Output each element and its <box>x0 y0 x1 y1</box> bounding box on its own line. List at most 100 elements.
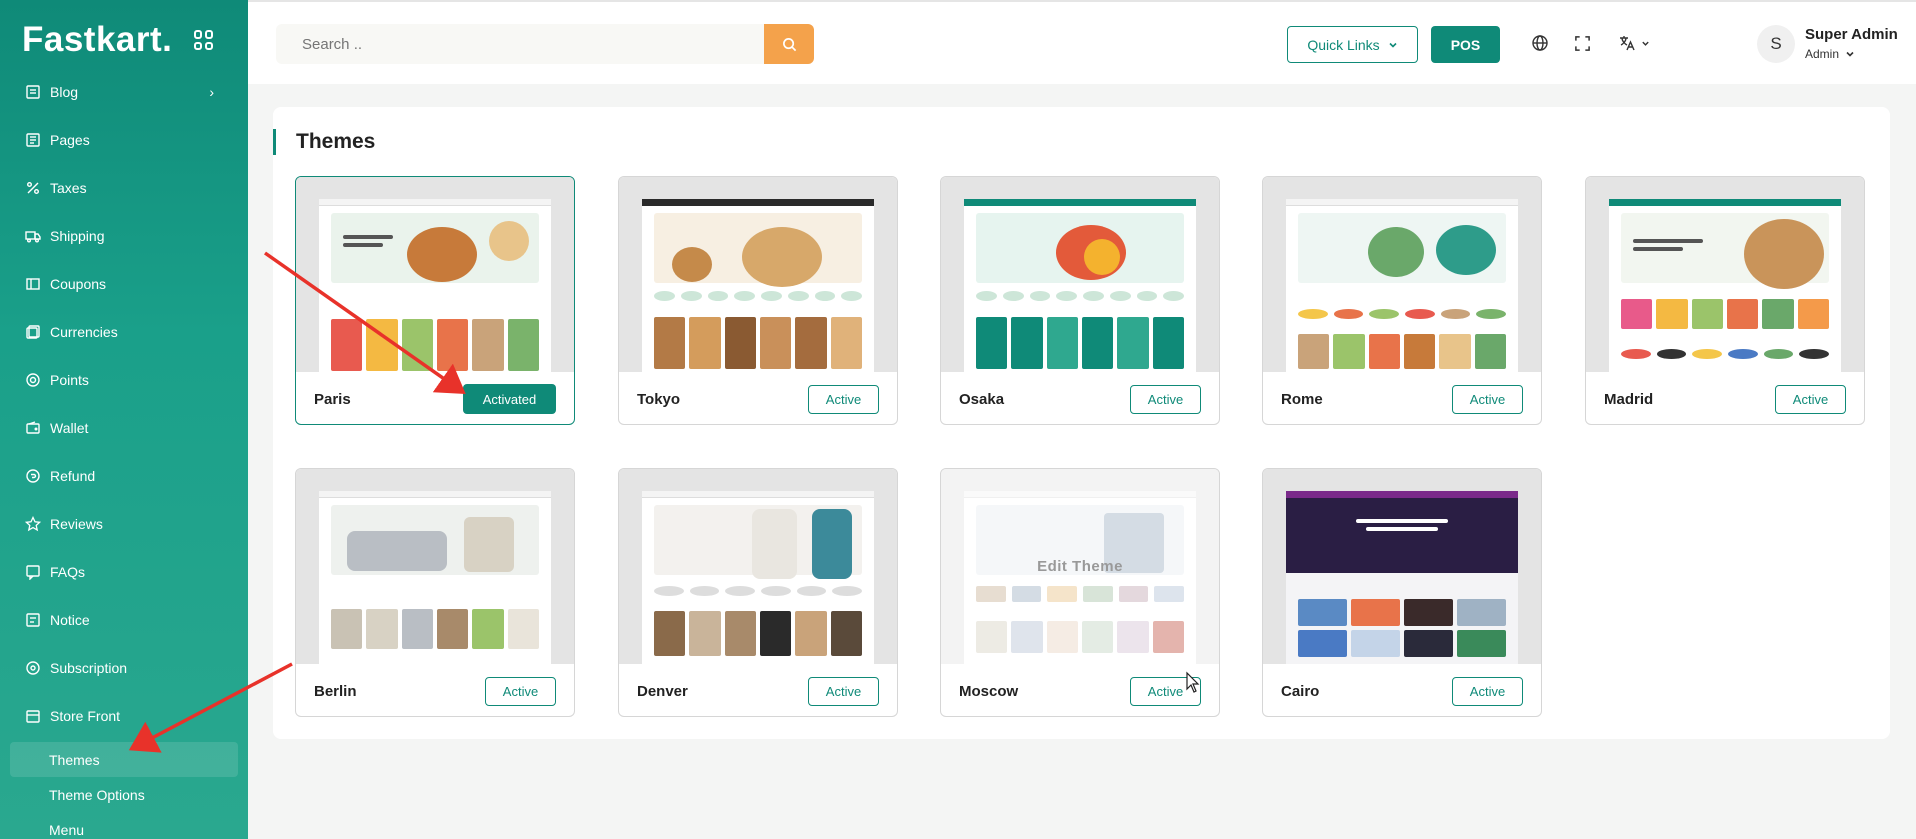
theme-card-cairo[interactable]: Cairo Active <box>1262 468 1542 717</box>
logo[interactable]: Fastkart. <box>22 20 172 60</box>
sidebar-item-label: Points <box>50 372 89 388</box>
blog-icon <box>24 83 42 101</box>
theme-card-berlin[interactable]: Berlin Active <box>295 468 575 717</box>
theme-name: Paris <box>314 390 351 408</box>
sidebar-item-label: Currencies <box>50 324 118 340</box>
coupon-icon <box>24 275 42 293</box>
sidebar-item-label: Blog <box>50 84 79 100</box>
sidebar-item-label: Taxes <box>50 180 87 196</box>
theme-card-denver[interactable]: Denver Active <box>618 468 898 717</box>
theme-card-footer: Madrid Active <box>1586 372 1864 424</box>
fullscreen-icon[interactable] <box>1571 32 1593 54</box>
theme-name: Osaka <box>959 390 1005 408</box>
theme-preview[interactable] <box>941 177 1219 372</box>
active-button[interactable]: Active <box>1130 384 1201 414</box>
sidebar-subitem-menu[interactable]: Menu <box>10 812 238 839</box>
sidebar-item-shipping[interactable]: Shipping <box>0 212 248 260</box>
theme-card-tokyo[interactable]: Tokyo Active <box>618 176 898 425</box>
sidebar-subitem-theme-options[interactable]: Theme Options <box>10 777 238 812</box>
sidebar-item-label: Shipping <box>50 228 105 244</box>
active-button[interactable]: Active <box>1130 676 1201 706</box>
sidebar-item-coupons[interactable]: Coupons <box>0 260 248 308</box>
active-button[interactable]: Active <box>485 676 556 706</box>
points-icon <box>24 371 42 389</box>
percent-icon <box>24 179 42 197</box>
star-icon <box>24 515 42 533</box>
quick-links-button[interactable]: Quick Links <box>1287 26 1418 63</box>
sidebar-subitem-themes[interactable]: Themes <box>10 742 238 777</box>
pages-icon <box>24 131 42 149</box>
sidebar-item-refund[interactable]: Refund <box>0 452 248 500</box>
sidebar-item-faqs[interactable]: FAQs <box>0 548 248 596</box>
theme-card-footer: Paris Activated <box>296 372 574 424</box>
activated-button[interactable]: Activated <box>463 384 556 414</box>
sidebar-item-notice[interactable]: Notice <box>0 596 248 644</box>
theme-thumbnail <box>1286 199 1518 372</box>
theme-card-paris[interactable]: Paris Activated <box>295 176 575 425</box>
theme-preview[interactable] <box>1263 469 1541 664</box>
chevron-right-icon: › <box>209 84 214 100</box>
sidebar-item-label: Notice <box>50 612 90 628</box>
active-button[interactable]: Active <box>1452 384 1523 414</box>
sidebar-item-taxes[interactable]: Taxes <box>0 164 248 212</box>
theme-thumbnail <box>1609 199 1841 372</box>
sidebar-item-label: Store Front <box>50 708 121 724</box>
active-button[interactable]: Active <box>808 384 879 414</box>
sidebar-item-currencies[interactable]: Currencies <box>0 308 248 356</box>
active-button[interactable]: Active <box>1452 676 1523 706</box>
wallet-icon <box>24 419 42 437</box>
sidebar-item-wallet[interactable]: Wallet <box>0 404 248 452</box>
store-icon <box>24 707 42 725</box>
sidebar-item-label: Reviews <box>50 516 103 532</box>
theme-name: Moscow <box>959 682 1019 700</box>
theme-preview[interactable] <box>296 469 574 664</box>
theme-card-rome[interactable]: Rome Active <box>1262 176 1542 425</box>
theme-preview[interactable] <box>1586 177 1864 372</box>
theme-preview[interactable] <box>619 177 897 372</box>
globe-icon[interactable] <box>1529 32 1551 54</box>
theme-card-footer: Tokyo Active <box>619 372 897 424</box>
search-input[interactable] <box>276 24 764 64</box>
sidebar-item-label: Subscription <box>50 660 128 676</box>
active-button[interactable]: Active <box>1775 384 1846 414</box>
theme-name: Cairo <box>1281 682 1320 700</box>
theme-preview[interactable] <box>1263 177 1541 372</box>
theme-card-footer: Moscow Active <box>941 664 1219 716</box>
theme-card-footer: Rome Active <box>1263 372 1541 424</box>
language-icon[interactable] <box>1614 32 1654 54</box>
theme-name: Rome <box>1281 390 1323 408</box>
notice-icon <box>24 611 42 629</box>
theme-name: Berlin <box>314 682 357 700</box>
theme-preview[interactable] <box>619 469 897 664</box>
theme-thumbnail <box>642 491 874 664</box>
sidebar-item-store-front[interactable]: Store Front <box>0 692 248 740</box>
search-icon <box>782 37 796 51</box>
sidebar-item-pages[interactable]: Pages <box>0 116 248 164</box>
chevron-down-icon <box>1846 51 1854 57</box>
avatar[interactable]: S <box>1757 25 1795 63</box>
user-role[interactable]: Admin <box>1805 47 1855 61</box>
search-button[interactable] <box>764 24 814 64</box>
sidebar-menu: Blog › Pages Taxes Shipping Coupons Curr… <box>0 68 248 740</box>
themes-panel: Themes Paris Activated Tokyo Active Osak… <box>273 107 1890 739</box>
pos-button[interactable]: POS <box>1431 26 1500 63</box>
truck-icon <box>24 227 42 245</box>
sidebar-item-subscription[interactable]: Subscription <box>0 644 248 692</box>
apps-grid-icon[interactable] <box>194 30 214 50</box>
theme-card-moscow[interactable]: Edit Theme Moscow Active <box>940 468 1220 717</box>
currency-icon <box>24 323 42 341</box>
faq-icon <box>24 563 42 581</box>
theme-thumbnail <box>964 199 1196 372</box>
theme-card-osaka[interactable]: Osaka Active <box>940 176 1220 425</box>
chevron-down-icon <box>1389 42 1397 48</box>
active-button[interactable]: Active <box>808 676 879 706</box>
user-name[interactable]: Super Admin <box>1805 26 1898 43</box>
sidebar-item-points[interactable]: Points <box>0 356 248 404</box>
theme-card-madrid[interactable]: Madrid Active <box>1585 176 1865 425</box>
theme-preview[interactable] <box>296 177 574 372</box>
sidebar-item-label: FAQs <box>50 564 86 580</box>
theme-card-footer: Berlin Active <box>296 664 574 716</box>
sidebar-item-reviews[interactable]: Reviews <box>0 500 248 548</box>
edit-theme-overlay[interactable]: Edit Theme <box>941 469 1219 664</box>
sidebar-item-blog[interactable]: Blog › <box>0 68 248 116</box>
